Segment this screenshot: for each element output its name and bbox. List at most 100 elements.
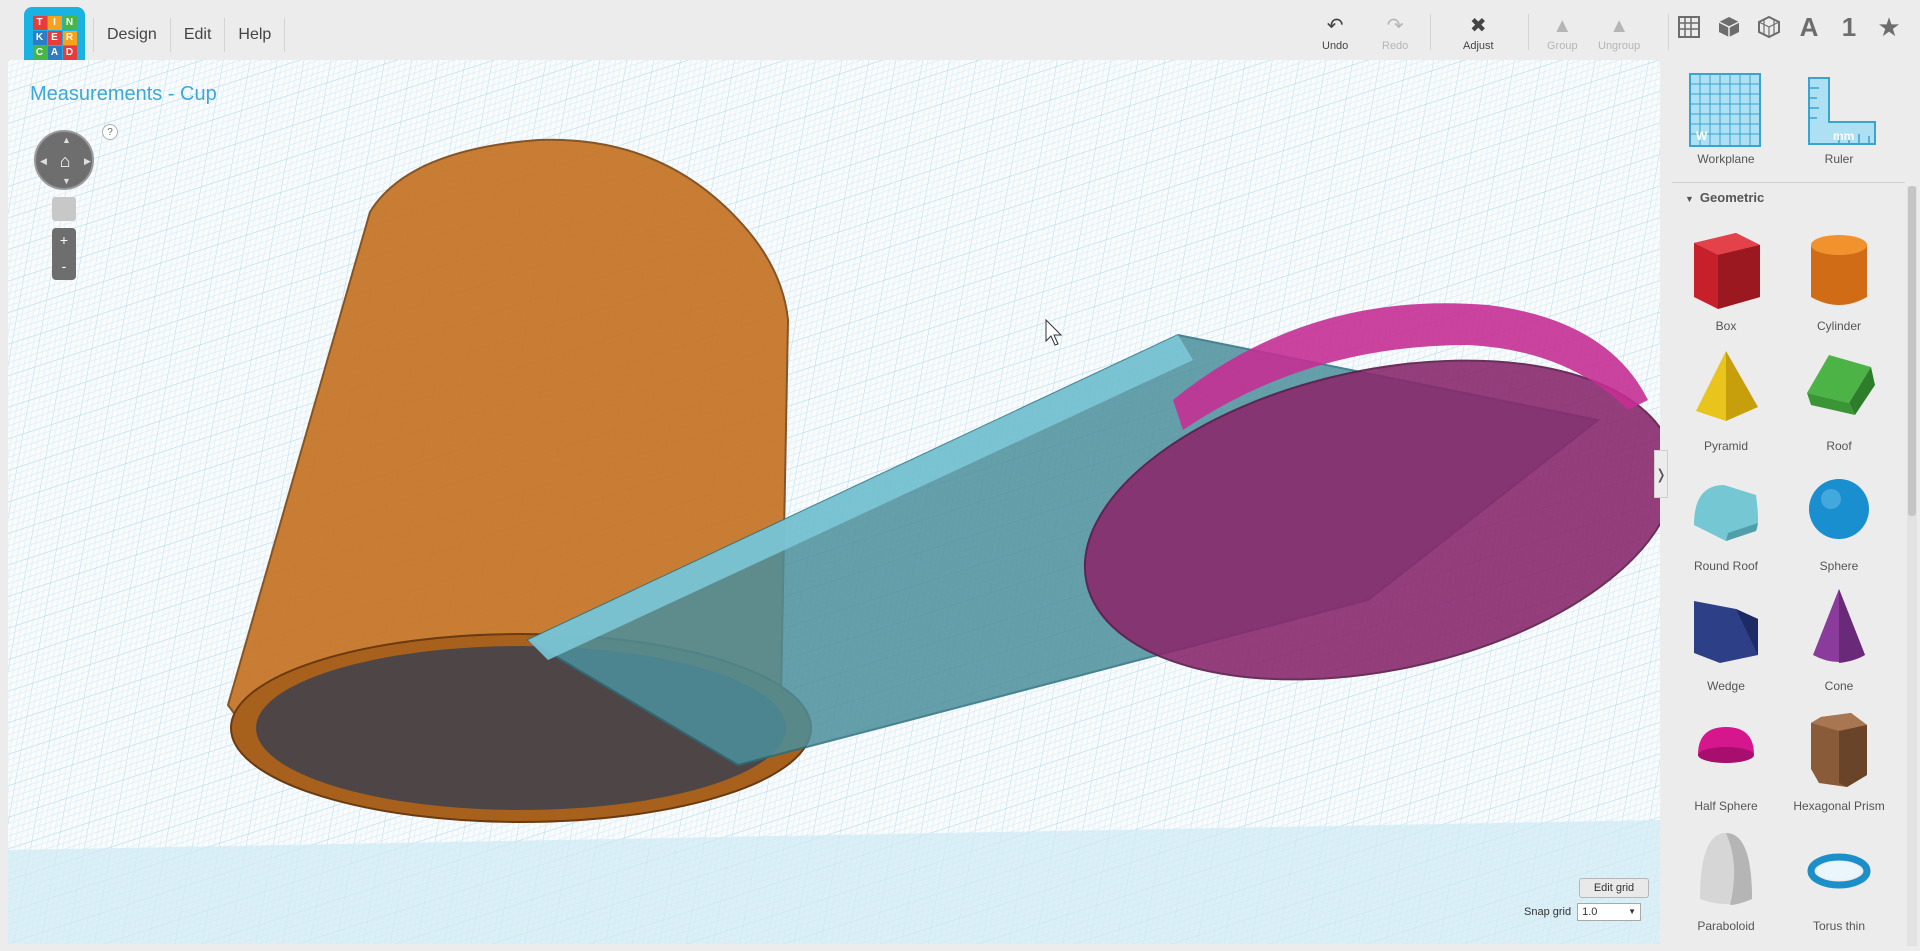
group-label: Group — [1547, 40, 1578, 52]
cone-icon — [1813, 589, 1865, 663]
arrow-down-icon[interactable]: ▼ — [62, 176, 71, 186]
ungroup-icon: ▲ — [1609, 15, 1629, 37]
shape-round-roof[interactable]: Round Roof — [1676, 465, 1776, 573]
menu-design[interactable]: Design — [93, 18, 171, 52]
undo-label: Undo — [1322, 40, 1349, 52]
logo-letter: T — [32, 15, 47, 30]
home-icon[interactable]: ⌂ — [55, 151, 75, 171]
shape-label: Half Sphere — [1694, 799, 1758, 813]
design-title[interactable]: Measurements - Cup — [30, 83, 217, 106]
solid-cube-icon[interactable] — [1716, 14, 1742, 40]
snap-grid-label: Snap grid — [1524, 906, 1572, 918]
shape-label: Pyramid — [1703, 439, 1748, 453]
number-icon[interactable]: 1 — [1836, 12, 1862, 42]
shape-label: Box — [1715, 319, 1737, 333]
shape-label: Cone — [1824, 679, 1854, 693]
shape-label: Roof — [1826, 439, 1852, 453]
group-icon: ▲ — [1552, 15, 1573, 37]
grid-view-icon[interactable] — [1676, 14, 1702, 40]
star-icon[interactable]: ★ — [1876, 12, 1902, 42]
pyramid-icon — [1696, 351, 1758, 421]
shape-label: Wedge — [1707, 679, 1745, 693]
round-roof-icon — [1694, 485, 1758, 541]
zoom-in-button[interactable]: + — [52, 228, 76, 254]
hexagonal-prism-icon — [1811, 713, 1867, 787]
workplane-label: Workplane — [1697, 152, 1755, 166]
category-geometric[interactable]: ▼ Geometric — [1685, 190, 1764, 205]
wireframe-cube-icon[interactable] — [1756, 14, 1782, 40]
menu-edit[interactable]: Edit — [171, 18, 226, 52]
shape-paraboloid[interactable]: Paraboloid — [1676, 825, 1776, 933]
logo-letter: I — [47, 15, 62, 30]
redo-label: Redo — [1382, 40, 1409, 52]
shape-cone[interactable]: Cone — [1789, 585, 1889, 693]
shapes-sidebar: W Workplane mm Ruler ▼Geometric Box Cyl — [1669, 60, 1920, 951]
roof-icon — [1807, 355, 1875, 415]
perspective-toggle[interactable] — [52, 197, 76, 221]
collapse-sidebar-button[interactable]: ❭ — [1654, 450, 1668, 498]
redo-icon: ↷ — [1386, 15, 1404, 37]
arrow-right-icon[interactable]: ▶ — [84, 156, 91, 167]
arrow-left-icon[interactable]: ◀ — [40, 156, 47, 167]
arrow-up-icon[interactable]: ▲ — [62, 135, 71, 145]
logo-letter: E — [47, 30, 62, 45]
workplane-icon: W — [1689, 73, 1761, 147]
logo-letter: C — [32, 45, 47, 60]
shape-torus-thin[interactable]: Torus thin — [1789, 825, 1889, 933]
shape-label: Round Roof — [1693, 559, 1759, 573]
logo-letter: D — [62, 45, 77, 60]
shape-cylinder[interactable]: Cylinder — [1789, 225, 1889, 333]
menu-help[interactable]: Help — [225, 18, 286, 52]
workplane-canvas[interactable]: Measurements - Cup ▲ ▼ ◀ ▶ ⌂ ? + - Edit … — [8, 60, 1660, 944]
toolbar-divider — [1430, 14, 1431, 50]
logo-letter: A — [47, 45, 62, 60]
logo-letter: K — [32, 30, 47, 45]
category-divider — [1672, 182, 1905, 183]
undo-icon: ↶ — [1326, 15, 1344, 37]
group-button[interactable]: ▲ Group — [1547, 14, 1578, 52]
shape-half-sphere[interactable]: Half Sphere — [1676, 705, 1776, 813]
svg-text:mm: mm — [1833, 129, 1854, 143]
scene-svg — [8, 60, 1660, 944]
help-icon[interactable]: ? — [102, 124, 118, 140]
ungroup-button[interactable]: ▲ Ungroup — [1598, 14, 1640, 52]
shape-roof[interactable]: Roof — [1789, 345, 1889, 453]
ruler-icon: mm — [1808, 77, 1876, 145]
adjust-icon: ✖ — [1469, 15, 1487, 37]
adjust-label: Adjust — [1463, 40, 1494, 52]
shape-hexagonal-prism[interactable]: Hexagonal Prism — [1789, 705, 1889, 813]
zoom-control: + - — [52, 228, 76, 280]
logo-letter: N — [62, 15, 77, 30]
shape-label: Cylinder — [1816, 319, 1861, 333]
adjust-button[interactable]: ✖ Adjust — [1463, 14, 1494, 52]
view-icons: A 1 ★ — [1676, 12, 1920, 42]
toolbar-divider — [1528, 14, 1529, 50]
shape-sphere[interactable]: Sphere — [1789, 465, 1889, 573]
redo-button[interactable]: ↷ Redo — [1382, 14, 1408, 52]
shape-pyramid[interactable]: Pyramid — [1676, 345, 1776, 453]
undo-button[interactable]: ↶ Undo — [1322, 14, 1348, 52]
toolbar-divider — [1668, 14, 1669, 50]
shape-label: Hexagonal Prism — [1793, 799, 1885, 813]
ruler-tool[interactable]: mm Ruler — [1789, 70, 1889, 166]
paraboloid-icon — [1700, 833, 1752, 905]
scrollbar-thumb[interactable] — [1908, 186, 1916, 516]
edit-grid-button[interactable]: Edit grid — [1579, 878, 1649, 898]
top-bar: T I N K E R C A D Design Edit Help ↶ Und… — [0, 0, 1920, 68]
shape-wedge[interactable]: Wedge — [1676, 585, 1776, 693]
sidebar-scrollbar[interactable] — [1907, 186, 1917, 946]
ungroup-label: Ungroup — [1598, 40, 1641, 52]
zoom-out-button[interactable]: - — [52, 254, 76, 280]
wedge-icon — [1694, 601, 1758, 663]
box-icon — [1694, 233, 1760, 309]
snap-grid-select[interactable]: 1.0 — [1577, 903, 1642, 921]
tinkercad-logo[interactable]: T I N K E R C A D — [24, 7, 85, 68]
shape-box[interactable]: Box — [1676, 225, 1776, 333]
helper-tools: W Workplane mm Ruler — [1669, 70, 1920, 190]
svg-text:W: W — [1696, 129, 1708, 143]
view-navigator[interactable]: ▲ ▼ ◀ ▶ ⌂ — [34, 130, 94, 190]
snap-grid: Snap grid 1.0 — [1524, 903, 1642, 921]
shape-label: Paraboloid — [1697, 919, 1755, 933]
text-icon[interactable]: A — [1796, 12, 1822, 42]
workplane-tool[interactable]: W Workplane — [1676, 70, 1776, 166]
